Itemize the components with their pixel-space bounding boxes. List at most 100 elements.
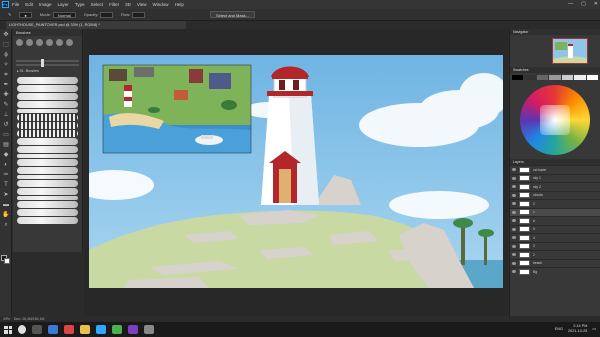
- select-and-mask-button[interactable]: Select and Mask...: [210, 11, 255, 18]
- pen-tool-icon[interactable]: ✑: [2, 171, 10, 179]
- move-tool-icon[interactable]: ✥: [2, 31, 10, 39]
- app-icon[interactable]: [144, 325, 154, 334]
- layer-row[interactable]: sky 1: [510, 173, 600, 183]
- brush-preset[interactable]: [17, 85, 78, 92]
- brush-preset[interactable]: [17, 77, 78, 84]
- flow-dropdown[interactable]: [132, 11, 145, 18]
- color-wheel[interactable]: [520, 85, 590, 155]
- dodge-tool-icon[interactable]: ◐: [2, 161, 10, 169]
- stamp-tool-icon[interactable]: ⊥: [2, 111, 10, 119]
- brush-tool-icon[interactable]: ✎: [2, 101, 10, 109]
- eye-icon[interactable]: [512, 202, 516, 206]
- menu-window[interactable]: Window: [153, 2, 169, 7]
- maximize-button[interactable]: ▢: [581, 1, 586, 7]
- layer-row[interactable]: Bg: [510, 267, 600, 276]
- swatch[interactable]: [524, 75, 536, 80]
- swatch[interactable]: [586, 75, 598, 80]
- menu-edit[interactable]: Edit: [25, 2, 33, 7]
- hand-tool-icon[interactable]: ✋: [2, 211, 10, 219]
- brush-tip[interactable]: [16, 39, 23, 46]
- menu-3d[interactable]: 3D: [125, 2, 131, 7]
- brush-preset[interactable]: [17, 217, 78, 224]
- blur-tool-icon[interactable]: ◆: [2, 151, 10, 159]
- marquee-tool-icon[interactable]: ⬚: [2, 41, 10, 49]
- layer-row[interactable]: 3: [510, 241, 600, 251]
- document-tab[interactable]: LIGHTHOUSE_PAINTOVER.psd @ 33% (1, RGB/8…: [6, 21, 186, 29]
- layer-row[interactable]: 4: [510, 233, 600, 242]
- healing-tool-icon[interactable]: ✚: [2, 91, 10, 99]
- layer-row[interactable]: 6: [510, 216, 600, 225]
- brush-preset[interactable]: [17, 188, 78, 195]
- layer-row[interactable]: beach: [510, 258, 600, 268]
- menu-type[interactable]: Type: [75, 2, 85, 7]
- browser-icon[interactable]: [48, 325, 58, 334]
- brush-tip[interactable]: [56, 39, 63, 46]
- eye-icon[interactable]: [512, 227, 516, 231]
- swatch[interactable]: [512, 75, 524, 80]
- photoshop-taskbar-icon[interactable]: [96, 325, 106, 334]
- layer-row[interactable]: sky 2: [510, 182, 600, 191]
- minimize-button[interactable]: —: [568, 1, 573, 7]
- eyedropper-tool-icon[interactable]: ✒: [2, 81, 10, 89]
- eye-icon[interactable]: [512, 210, 516, 214]
- task-view-icon[interactable]: [32, 325, 42, 334]
- mode-dropdown[interactable]: Normal: [52, 11, 76, 18]
- brush-preset[interactable]: [17, 101, 78, 108]
- eye-icon[interactable]: [512, 261, 516, 265]
- windows-start-icon[interactable]: [4, 325, 12, 334]
- brush-preset[interactable]: [17, 138, 78, 145]
- menu-image[interactable]: Image: [39, 2, 52, 7]
- brush-tip[interactable]: [66, 39, 73, 46]
- eye-icon[interactable]: [512, 219, 516, 223]
- brush-preset[interactable]: [17, 93, 78, 100]
- language-indicator[interactable]: ENG: [555, 327, 563, 332]
- menu-help[interactable]: Help: [175, 2, 184, 7]
- menu-view[interactable]: View: [137, 2, 147, 7]
- close-button[interactable]: ✕: [594, 1, 598, 7]
- layer-row[interactable]: 5: [510, 224, 600, 234]
- brush-preset[interactable]: [17, 146, 78, 153]
- app-icon[interactable]: [128, 325, 138, 334]
- zoom-tool-icon[interactable]: ⌕: [2, 221, 10, 229]
- brush-tool-icon[interactable]: ✎: [8, 12, 11, 17]
- artwork-canvas[interactable]: [89, 55, 503, 288]
- swatch[interactable]: [574, 75, 586, 80]
- swatch[interactable]: [536, 75, 549, 80]
- eye-icon[interactable]: [512, 244, 516, 248]
- layer-row-selected[interactable]: 1: [510, 207, 600, 216]
- clock[interactable]: 2:14 PM 2021-10-25: [568, 324, 587, 334]
- swatch[interactable]: [561, 75, 574, 80]
- brush-tip[interactable]: [46, 39, 53, 46]
- crop-tool-icon[interactable]: ⌗: [2, 71, 10, 79]
- eye-icon[interactable]: [512, 236, 516, 240]
- menu-select[interactable]: Select: [91, 2, 104, 7]
- menu-layer[interactable]: Layer: [58, 2, 69, 7]
- brush-preset[interactable]: [17, 114, 78, 121]
- opacity-dropdown[interactable]: [100, 11, 113, 18]
- swatch[interactable]: [549, 75, 561, 80]
- brush-preset[interactable]: [17, 167, 78, 174]
- eye-icon[interactable]: [512, 193, 516, 197]
- navigator-panel-header[interactable]: Navigator: [510, 29, 600, 35]
- notification-icon[interactable]: ▭: [592, 327, 596, 332]
- slider-knob[interactable]: [41, 63, 45, 67]
- quick-select-tool-icon[interactable]: ✧: [2, 61, 10, 69]
- type-tool-icon[interactable]: T: [2, 181, 10, 189]
- brush-preset[interactable]: [17, 122, 78, 129]
- background-color-swatch[interactable]: [4, 258, 10, 264]
- menu-file[interactable]: File: [12, 2, 19, 7]
- shape-tool-icon[interactable]: ▬: [2, 201, 10, 209]
- brush-hardness-slider[interactable]: [16, 63, 79, 67]
- app-icon[interactable]: [64, 325, 74, 334]
- eye-icon[interactable]: [512, 253, 516, 257]
- brushes-panel-header[interactable]: Brushes: [13, 29, 82, 36]
- brush-tip[interactable]: [26, 39, 33, 46]
- brush-preset[interactable]: [17, 109, 78, 113]
- search-icon[interactable]: [18, 325, 26, 334]
- layer-row[interactable]: clouds: [510, 190, 600, 200]
- brush-preset[interactable]: [17, 209, 78, 216]
- eye-icon[interactable]: [512, 185, 516, 189]
- brush-preset[interactable]: [17, 130, 78, 137]
- eye-icon[interactable]: [512, 270, 516, 274]
- eye-icon[interactable]: [512, 176, 516, 180]
